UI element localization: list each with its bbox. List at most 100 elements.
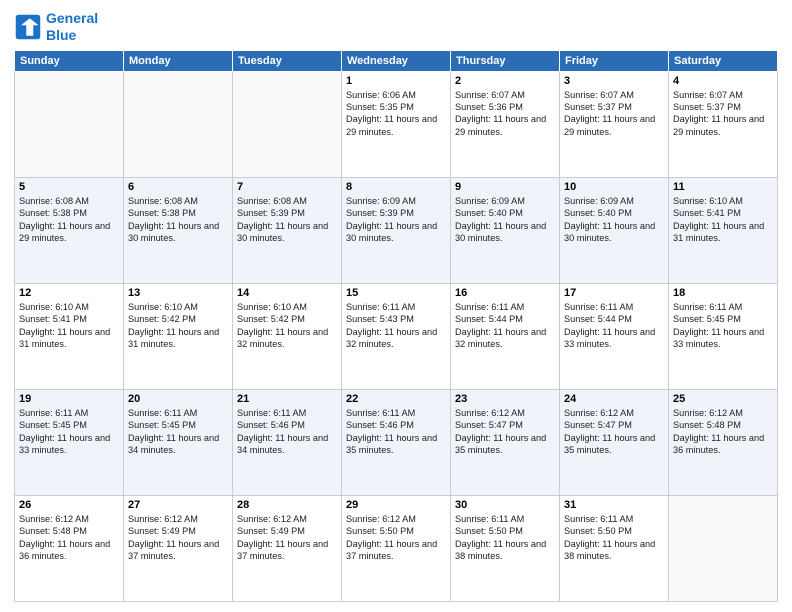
day-info: Sunrise: 6:06 AMSunset: 5:35 PMDaylight:… — [346, 89, 446, 139]
calendar-day-header: Saturday — [669, 50, 778, 71]
day-number: 19 — [19, 393, 119, 405]
calendar-day-cell: 26 Sunrise: 6:12 AMSunset: 5:48 PMDayligh… — [15, 495, 124, 601]
calendar-day-cell: 20 Sunrise: 6:11 AMSunset: 5:45 PMDayligh… — [124, 389, 233, 495]
day-number: 31 — [564, 499, 664, 511]
day-info: Sunrise: 6:12 AMSunset: 5:49 PMDaylight:… — [237, 513, 337, 563]
day-info: Sunrise: 6:10 AMSunset: 5:41 PMDaylight:… — [673, 195, 773, 245]
calendar-day-cell: 27 Sunrise: 6:12 AMSunset: 5:49 PMDayligh… — [124, 495, 233, 601]
calendar-day-cell: 28 Sunrise: 6:12 AMSunset: 5:49 PMDayligh… — [233, 495, 342, 601]
day-number: 18 — [673, 287, 773, 299]
calendar-day-cell: 25 Sunrise: 6:12 AMSunset: 5:48 PMDayligh… — [669, 389, 778, 495]
day-number: 13 — [128, 287, 228, 299]
calendar-day-cell: 23Sunrise: 6:12 AMSunset: 5:47 PMDayligh… — [451, 389, 560, 495]
calendar-day-cell: 31 Sunrise: 6:11 AMSunset: 5:50 PMDayligh… — [560, 495, 669, 601]
calendar-day-cell — [124, 71, 233, 177]
day-number: 3 — [564, 75, 664, 87]
day-info: Sunrise: 6:12 AMSunset: 5:47 PMDaylight:… — [564, 407, 664, 457]
calendar-day-cell: 14Sunrise: 6:10 AMSunset: 5:42 PMDayligh… — [233, 283, 342, 389]
day-number: 26 — [19, 499, 119, 511]
calendar-day-cell: 11 Sunrise: 6:10 AMSunset: 5:41 PMDayligh… — [669, 177, 778, 283]
calendar-day-cell: 19 Sunrise: 6:11 AMSunset: 5:45 PMDayligh… — [15, 389, 124, 495]
day-info: Sunrise: 6:09 AMSunset: 5:40 PMDaylight:… — [455, 195, 555, 245]
calendar-day-cell: 13Sunrise: 6:10 AMSunset: 5:42 PMDayligh… — [124, 283, 233, 389]
calendar-day-header: Tuesday — [233, 50, 342, 71]
day-info: Sunrise: 6:11 AMSunset: 5:44 PMDaylight:… — [564, 301, 664, 351]
calendar-day-cell: 29 Sunrise: 6:12 AMSunset: 5:50 PMDayligh… — [342, 495, 451, 601]
day-info: Sunrise: 6:07 AMSunset: 5:37 PMDaylight:… — [673, 89, 773, 139]
calendar-body: 1Sunrise: 6:06 AMSunset: 5:35 PMDaylight… — [15, 71, 778, 601]
day-number: 30 — [455, 499, 555, 511]
day-number: 28 — [237, 499, 337, 511]
calendar-day-cell — [15, 71, 124, 177]
day-number: 4 — [673, 75, 773, 87]
calendar-week-row: 12 Sunrise: 6:10 AMSunset: 5:41 PMDayligh… — [15, 283, 778, 389]
day-info: Sunrise: 6:11 AMSunset: 5:44 PMDaylight:… — [455, 301, 555, 351]
day-info: Sunrise: 6:11 AMSunset: 5:45 PMDaylight:… — [19, 407, 119, 457]
logo-text: GeneralBlue — [46, 10, 98, 44]
calendar-table: SundayMondayTuesdayWednesdayThursdayFrid… — [14, 50, 778, 602]
calendar-day-cell: 9 Sunrise: 6:09 AMSunset: 5:40 PMDaylight… — [451, 177, 560, 283]
day-info: Sunrise: 6:07 AMSunset: 5:36 PMDaylight:… — [455, 89, 555, 139]
day-info: Sunrise: 6:12 AMSunset: 5:49 PMDaylight:… — [128, 513, 228, 563]
calendar-week-row: 5 Sunrise: 6:08 AMSunset: 5:38 PMDaylight… — [15, 177, 778, 283]
day-number: 25 — [673, 393, 773, 405]
header: GeneralBlue — [14, 10, 778, 44]
day-number: 12 — [19, 287, 119, 299]
day-info: Sunrise: 6:12 AMSunset: 5:48 PMDaylight:… — [673, 407, 773, 457]
calendar-day-cell: 8Sunrise: 6:09 AMSunset: 5:39 PMDaylight… — [342, 177, 451, 283]
calendar-week-row: 26 Sunrise: 6:12 AMSunset: 5:48 PMDayligh… — [15, 495, 778, 601]
day-number: 15 — [346, 287, 446, 299]
calendar-day-cell — [233, 71, 342, 177]
calendar-day-header: Friday — [560, 50, 669, 71]
day-number: 16 — [455, 287, 555, 299]
day-info: Sunrise: 6:08 AMSunset: 5:39 PMDaylight:… — [237, 195, 337, 245]
calendar-day-cell: 1Sunrise: 6:06 AMSunset: 5:35 PMDaylight… — [342, 71, 451, 177]
logo: GeneralBlue — [14, 10, 98, 44]
calendar-day-cell: 30Sunrise: 6:11 AMSunset: 5:50 PMDayligh… — [451, 495, 560, 601]
day-number: 27 — [128, 499, 228, 511]
calendar-day-cell: 24Sunrise: 6:12 AMSunset: 5:47 PMDayligh… — [560, 389, 669, 495]
calendar-day-header: Monday — [124, 50, 233, 71]
day-number: 9 — [455, 181, 555, 193]
day-info: Sunrise: 6:12 AMSunset: 5:48 PMDaylight:… — [19, 513, 119, 563]
calendar-day-cell: 18 Sunrise: 6:11 AMSunset: 5:45 PMDayligh… — [669, 283, 778, 389]
day-info: Sunrise: 6:10 AMSunset: 5:41 PMDaylight:… — [19, 301, 119, 351]
day-number: 5 — [19, 181, 119, 193]
day-info: Sunrise: 6:11 AMSunset: 5:46 PMDaylight:… — [346, 407, 446, 457]
day-info: Sunrise: 6:09 AMSunset: 5:39 PMDaylight:… — [346, 195, 446, 245]
calendar-day-header: Sunday — [15, 50, 124, 71]
day-info: Sunrise: 6:12 AMSunset: 5:47 PMDaylight:… — [455, 407, 555, 457]
day-info: Sunrise: 6:11 AMSunset: 5:43 PMDaylight:… — [346, 301, 446, 351]
calendar-day-header: Wednesday — [342, 50, 451, 71]
logo-icon — [14, 13, 42, 41]
calendar-day-cell: 2 Sunrise: 6:07 AMSunset: 5:36 PMDaylight… — [451, 71, 560, 177]
day-info: Sunrise: 6:12 AMSunset: 5:50 PMDaylight:… — [346, 513, 446, 563]
day-number: 20 — [128, 393, 228, 405]
page: GeneralBlue SundayMondayTuesdayWednesday… — [0, 0, 792, 612]
calendar-day-cell: 16 Sunrise: 6:11 AMSunset: 5:44 PMDayligh… — [451, 283, 560, 389]
calendar-day-cell: 3 Sunrise: 6:07 AMSunset: 5:37 PMDaylight… — [560, 71, 669, 177]
day-info: Sunrise: 6:07 AMSunset: 5:37 PMDaylight:… — [564, 89, 664, 139]
calendar-day-cell: 12 Sunrise: 6:10 AMSunset: 5:41 PMDayligh… — [15, 283, 124, 389]
day-number: 29 — [346, 499, 446, 511]
calendar-header-row: SundayMondayTuesdayWednesdayThursdayFrid… — [15, 50, 778, 71]
calendar-day-header: Thursday — [451, 50, 560, 71]
calendar-day-cell — [669, 495, 778, 601]
calendar-day-cell: 4 Sunrise: 6:07 AMSunset: 5:37 PMDaylight… — [669, 71, 778, 177]
day-number: 11 — [673, 181, 773, 193]
day-info: Sunrise: 6:08 AMSunset: 5:38 PMDaylight:… — [128, 195, 228, 245]
calendar-day-cell: 15 Sunrise: 6:11 AMSunset: 5:43 PMDayligh… — [342, 283, 451, 389]
day-number: 10 — [564, 181, 664, 193]
calendar-week-row: 1Sunrise: 6:06 AMSunset: 5:35 PMDaylight… — [15, 71, 778, 177]
day-info: Sunrise: 6:11 AMSunset: 5:50 PMDaylight:… — [564, 513, 664, 563]
day-info: Sunrise: 6:11 AMSunset: 5:45 PMDaylight:… — [673, 301, 773, 351]
calendar-week-row: 19 Sunrise: 6:11 AMSunset: 5:45 PMDayligh… — [15, 389, 778, 495]
calendar-day-cell: 10Sunrise: 6:09 AMSunset: 5:40 PMDayligh… — [560, 177, 669, 283]
day-number: 2 — [455, 75, 555, 87]
calendar-day-cell: 5 Sunrise: 6:08 AMSunset: 5:38 PMDaylight… — [15, 177, 124, 283]
day-number: 6 — [128, 181, 228, 193]
day-info: Sunrise: 6:11 AMSunset: 5:46 PMDaylight:… — [237, 407, 337, 457]
day-number: 7 — [237, 181, 337, 193]
day-info: Sunrise: 6:11 AMSunset: 5:45 PMDaylight:… — [128, 407, 228, 457]
day-info: Sunrise: 6:08 AMSunset: 5:38 PMDaylight:… — [19, 195, 119, 245]
